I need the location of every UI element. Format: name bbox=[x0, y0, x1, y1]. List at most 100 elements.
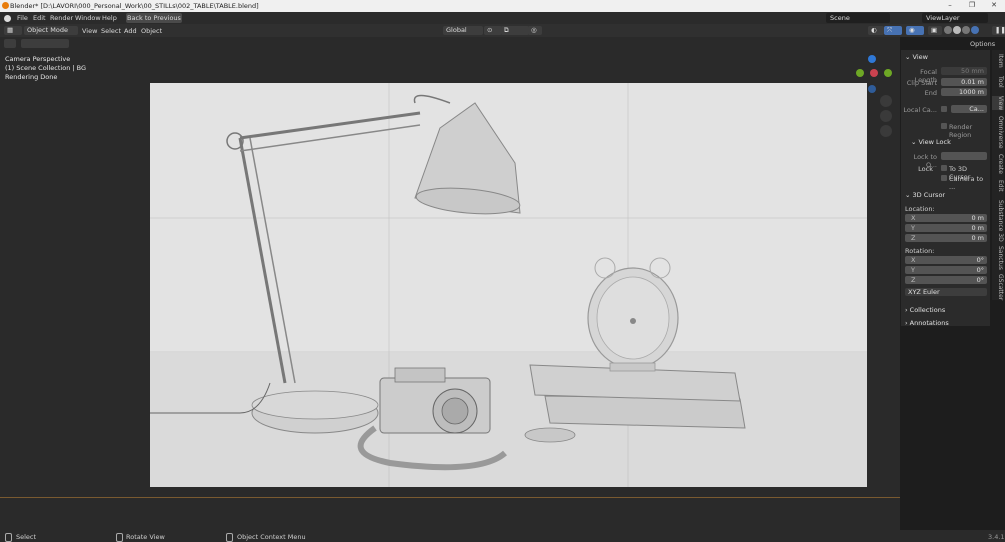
pan-hand-icon[interactable] bbox=[880, 110, 892, 122]
local-camera-checkbox[interactable] bbox=[941, 106, 947, 112]
3d-cursor-title-text: 3D Cursor bbox=[912, 191, 946, 199]
menu-file[interactable]: File bbox=[17, 14, 28, 22]
camera-to-view-checkbox[interactable] bbox=[941, 175, 947, 181]
menu-render[interactable]: Render bbox=[50, 14, 73, 22]
menu-select[interactable]: Select bbox=[101, 27, 121, 35]
local-camera-field[interactable]: Ca... bbox=[951, 105, 987, 113]
menu-edit[interactable]: Edit bbox=[33, 14, 46, 22]
view-lock-text: View Lock bbox=[918, 138, 951, 146]
zoom-icon[interactable] bbox=[880, 95, 892, 107]
annotations-panel-title[interactable]: › Annotations bbox=[905, 319, 949, 327]
axis-neg-z-icon[interactable] bbox=[868, 85, 876, 93]
axis-x-icon[interactable] bbox=[870, 69, 878, 77]
cursor-rotation-z[interactable]: Z 0° bbox=[905, 276, 987, 284]
tab-create[interactable]: Create bbox=[992, 154, 1004, 174]
cursor-rotation-y[interactable]: Y 0° bbox=[905, 266, 987, 274]
tab-tool[interactable]: Tool bbox=[992, 76, 1004, 88]
mouse-right-icon bbox=[226, 533, 233, 542]
location-label: Location: bbox=[905, 205, 935, 213]
camera-view-icon[interactable] bbox=[880, 125, 892, 137]
menu-object[interactable]: Object bbox=[141, 27, 162, 35]
tab-omniverse[interactable]: Omniverse bbox=[992, 116, 1004, 149]
sidebar-n-panel: ⌄ View Focal Length 50 mm Clip Start 0.0… bbox=[901, 50, 990, 327]
tab-view[interactable]: View bbox=[992, 96, 1004, 111]
floor-edge bbox=[0, 497, 900, 498]
pivot-icon[interactable]: ⊙ bbox=[484, 26, 502, 35]
3d-cursor-panel-title[interactable]: ⌄ 3D Cursor bbox=[905, 191, 945, 199]
status-select: Select bbox=[16, 533, 37, 541]
axis-y-icon[interactable] bbox=[856, 69, 864, 77]
view-lock-title[interactable]: ⌄ View Lock bbox=[911, 138, 951, 146]
cursor-location-x[interactable]: X 0 m bbox=[905, 214, 987, 222]
tab-item[interactable]: Item bbox=[992, 54, 1004, 68]
proportional-edit-icon[interactable]: ◎ bbox=[528, 26, 542, 35]
back-to-previous-button[interactable]: Back to Previous bbox=[126, 13, 182, 23]
render-status-label: Rendering Done bbox=[5, 73, 58, 81]
to-3d-cursor-checkbox[interactable] bbox=[941, 165, 947, 171]
overlay-toggle-icon[interactable]: ◉ bbox=[906, 26, 924, 35]
rotation-mode-dropdown[interactable]: XYZ Euler bbox=[905, 288, 987, 296]
clip-end-field[interactable]: 1000 m bbox=[941, 88, 987, 96]
cursor-rotation-z-label: Z bbox=[911, 276, 916, 284]
mouse-left-icon bbox=[5, 533, 12, 542]
blender-menu-icon[interactable] bbox=[4, 15, 11, 22]
view-layer-selector[interactable]: ViewLayer bbox=[922, 13, 988, 23]
camera-frame bbox=[140, 83, 867, 487]
axis-neg-y-icon[interactable] bbox=[884, 69, 892, 77]
play-icon[interactable] bbox=[4, 39, 16, 48]
view-title-text: View bbox=[912, 53, 928, 61]
cursor-location-y[interactable]: Y 0 m bbox=[905, 224, 987, 232]
minimize-icon[interactable]: – bbox=[940, 1, 960, 11]
mouse-middle-icon bbox=[116, 533, 123, 542]
menu-help[interactable]: Help bbox=[102, 14, 117, 22]
transform-orientation[interactable]: Global bbox=[443, 26, 483, 35]
cursor-rotation-x[interactable]: X 0° bbox=[905, 256, 987, 264]
close-icon[interactable]: ✕ bbox=[984, 1, 1004, 11]
title-bar: Blender* [D:\LAVORI\000_Personal_Work\00… bbox=[0, 0, 1005, 12]
blender-logo-icon bbox=[2, 2, 9, 9]
cursor-location-z[interactable]: Z 0 m bbox=[905, 234, 987, 242]
wireframe-shading-icon[interactable] bbox=[944, 26, 952, 34]
solid-shading-icon[interactable] bbox=[953, 26, 961, 34]
scene-selector[interactable]: Scene bbox=[826, 13, 890, 23]
rendered-shading-icon[interactable] bbox=[971, 26, 979, 34]
top-menu-bar: File Edit Render Window Help Back to Pre… bbox=[0, 12, 1005, 24]
tab-substance-3d[interactable]: Substance 3D bbox=[992, 200, 1004, 242]
snap-icon[interactable]: ⧉ bbox=[501, 26, 529, 35]
clip-start-field[interactable]: 0.01 m bbox=[941, 78, 987, 86]
xray-icon[interactable]: ▣ bbox=[928, 26, 942, 35]
status-bar: Select Rotate View Object Context Menu 3… bbox=[0, 530, 1005, 542]
select-mode-icons[interactable] bbox=[21, 39, 69, 48]
navigation-gizmo[interactable] bbox=[856, 55, 892, 95]
maximize-icon[interactable]: ❐ bbox=[962, 1, 982, 11]
tab-edit[interactable]: Edit bbox=[992, 180, 1004, 192]
cursor-rotation-x-value: 0° bbox=[976, 256, 984, 264]
rotation-label: Rotation: bbox=[905, 247, 935, 255]
menu-add[interactable]: Add bbox=[124, 27, 137, 35]
cursor-location-y-label: Y bbox=[911, 224, 915, 232]
menu-window[interactable]: Window bbox=[75, 14, 101, 22]
gizmo-toggle-icon[interactable]: ⤧ bbox=[884, 26, 902, 35]
3d-viewport[interactable]: Camera Perspective (1) Scene Collection … bbox=[0, 37, 900, 530]
cursor-rotation-z-value: 0° bbox=[976, 276, 984, 284]
menu-view[interactable]: View bbox=[82, 27, 97, 35]
pause-icon[interactable]: ❚❚ bbox=[992, 26, 1005, 35]
local-camera-label: Local Ca... bbox=[903, 106, 937, 114]
status-rotate-view: Rotate View bbox=[126, 533, 165, 541]
tab-sanctus[interactable]: Sanctus bbox=[992, 246, 1004, 270]
material-shading-icon[interactable] bbox=[962, 26, 970, 34]
camera-perspective-label: Camera Perspective bbox=[5, 55, 71, 63]
collections-panel-title[interactable]: › Collections bbox=[905, 306, 945, 314]
cursor-rotation-y-value: 0° bbox=[976, 266, 984, 274]
axis-z-icon[interactable] bbox=[868, 55, 876, 63]
tab-gscatter[interactable]: GScatter bbox=[992, 274, 1004, 300]
render-region-checkbox[interactable] bbox=[941, 123, 947, 129]
mode-selector[interactable]: Object Mode bbox=[24, 26, 78, 35]
status-context-menu: Object Context Menu bbox=[237, 533, 306, 541]
options-menu[interactable]: Options bbox=[970, 40, 995, 48]
lock-to-object-field[interactable] bbox=[941, 152, 987, 160]
visibility-icon[interactable]: ◐ bbox=[868, 26, 884, 35]
annotations-title-text: Annotations bbox=[909, 319, 949, 327]
editor-type-icon[interactable]: ▦ bbox=[4, 26, 22, 35]
view-panel-title[interactable]: ⌄ View bbox=[905, 53, 928, 61]
